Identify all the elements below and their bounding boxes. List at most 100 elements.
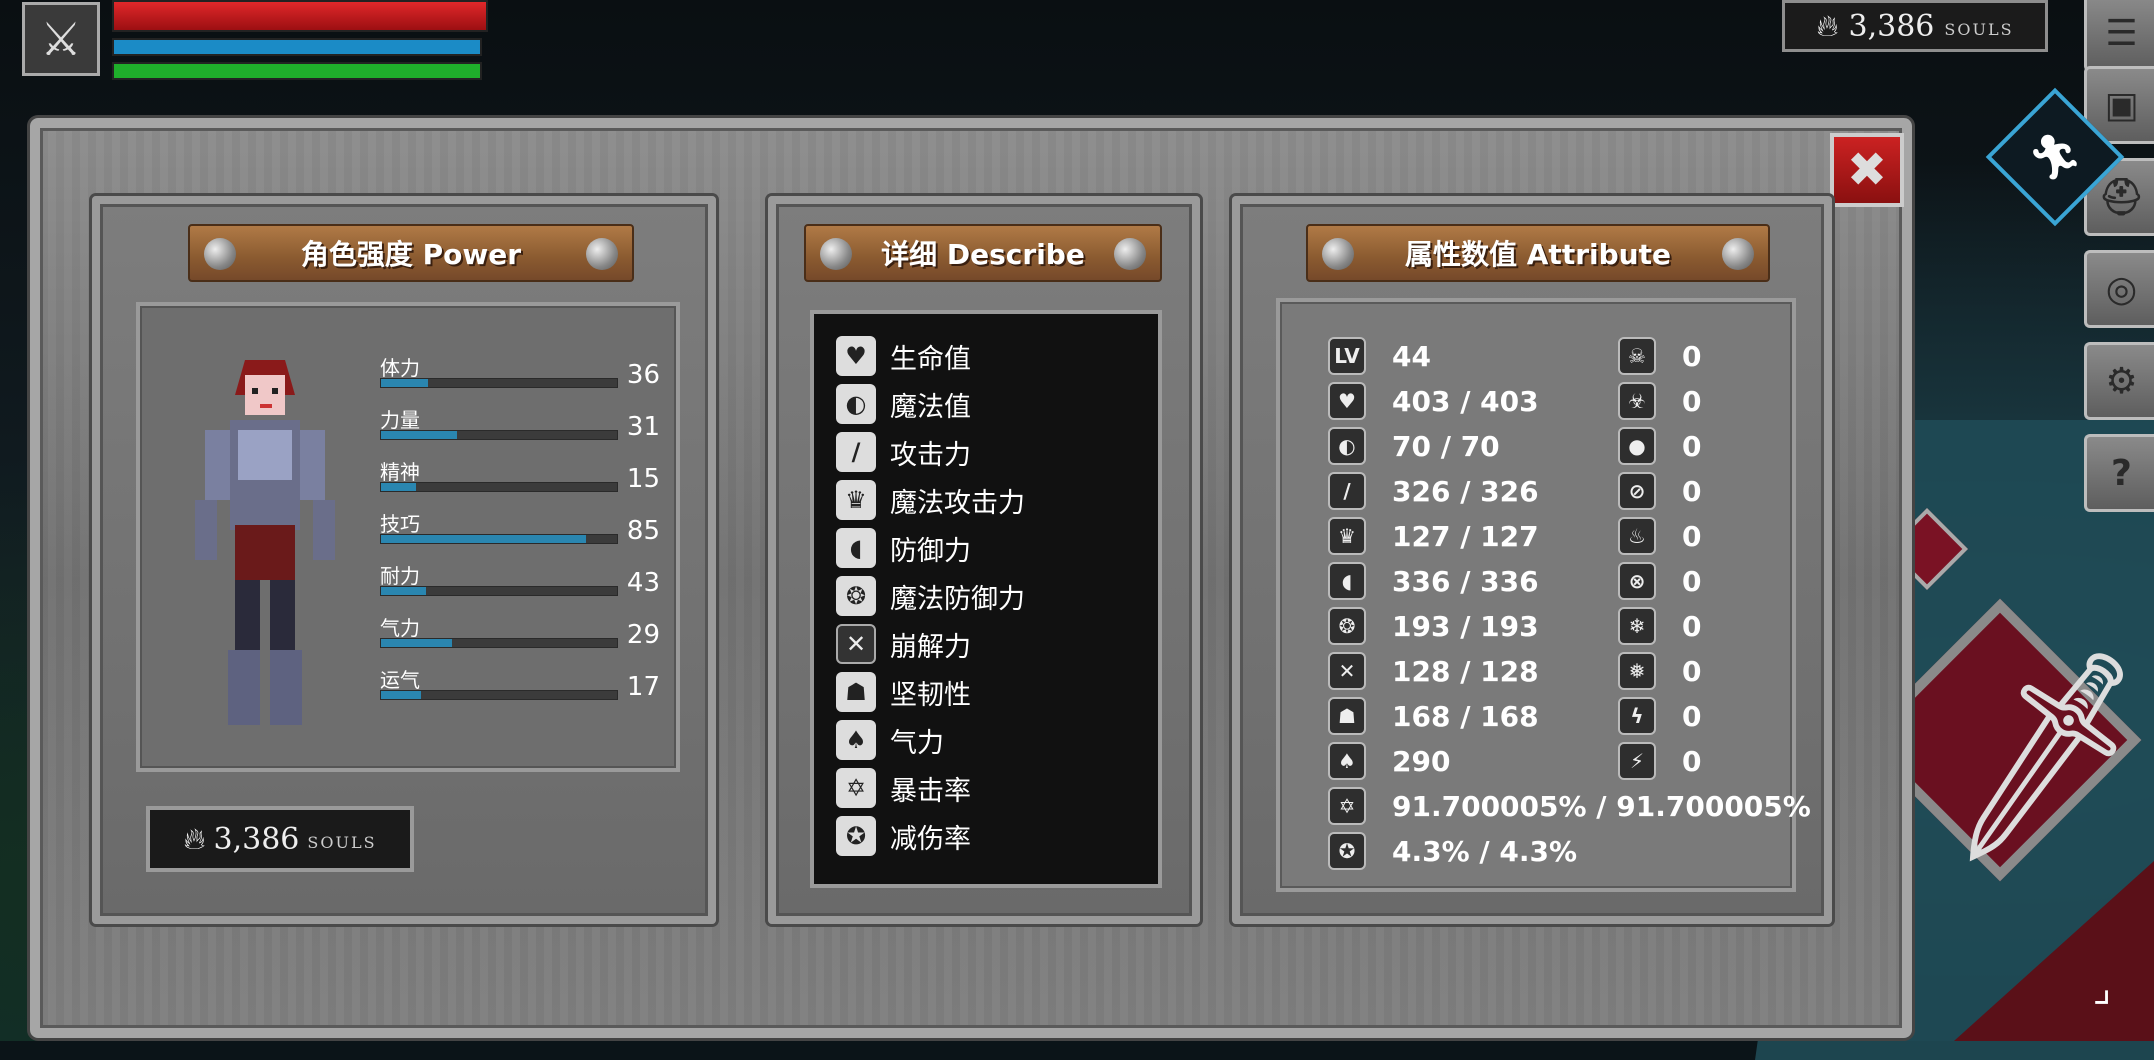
stat-bar — [380, 586, 618, 596]
poison-skull-icon: ☠ — [1618, 337, 1656, 375]
attr-frost-resist: ❅ 0 — [1618, 651, 1701, 691]
attr-value: 0 — [1682, 699, 1702, 733]
attr-value: 168 / 168 — [1392, 699, 1539, 733]
stat-name: 技巧 — [380, 512, 420, 536]
attr-value: 0 — [1682, 384, 1702, 418]
menu-list-button[interactable]: ☰ — [2084, 0, 2154, 72]
health-bar-fill — [114, 2, 486, 30]
souls-value: 3,386 — [213, 821, 300, 857]
stat-row-constitution: 体力 36 — [380, 352, 660, 396]
stat-bar — [380, 378, 618, 388]
attribute-panel-header: 属性数值 Attribute — [1306, 224, 1770, 282]
health-bar — [112, 0, 488, 32]
damage-reduction-icon: ✪ — [836, 816, 876, 856]
attr-bleed-resist: ⊘ 0 — [1618, 471, 1701, 511]
souls-label: SOULS — [1944, 19, 2014, 39]
attr-value: 0 — [1682, 564, 1702, 598]
stat-bar-fill — [381, 639, 452, 647]
stat-name: 耐力 — [380, 564, 420, 588]
stamina-bar — [112, 62, 482, 80]
stat-bar-fill — [381, 691, 422, 699]
attr-value: 0 — [1682, 474, 1702, 508]
attr-value: 127 / 127 — [1392, 519, 1539, 553]
stat-bar-fill — [381, 587, 426, 595]
describe-item-break: ✕ 崩解力 — [836, 622, 971, 666]
helmet-icon: ☗ — [1328, 697, 1366, 735]
stat-bar — [380, 638, 618, 648]
helmet-icon: ☗ — [836, 672, 876, 712]
describe-label: 魔法值 — [890, 391, 971, 423]
stat-value: 43 — [626, 568, 660, 598]
toxic-skull-icon: ☣ — [1618, 382, 1656, 420]
damage-reduction-icon: ✪ — [1328, 832, 1366, 870]
flame-icon: 🔥︎ — [183, 821, 206, 857]
bleed-drop-icon: ● — [1618, 427, 1656, 465]
stat-bar-fill — [381, 535, 587, 543]
describe-title: 详细 Describe — [881, 238, 1085, 271]
attr-mp: ◐ 70 / 70 — [1328, 426, 1500, 466]
attr-lightning-resist: ⚡︎ 0 — [1618, 741, 1701, 781]
stat-row-spirit: 精神 15 — [380, 456, 660, 500]
star-burst-icon: ✡ — [1328, 787, 1366, 825]
close-button[interactable]: ✖ — [1830, 133, 1904, 207]
stat-value: 15 — [626, 464, 660, 494]
describe-item-attack: / 攻击力 — [836, 430, 971, 474]
gear-icon: ⚙ — [2105, 360, 2138, 402]
rivet-icon — [586, 238, 618, 270]
rivet-icon — [1322, 238, 1354, 270]
describe-label: 坚韧性 — [890, 679, 971, 711]
break-icon: ✕ — [836, 624, 876, 664]
attr-value: 70 / 70 — [1392, 429, 1500, 463]
help-button[interactable]: ? — [2084, 434, 2154, 512]
mana-bar — [112, 38, 482, 56]
list-icon: ☰ — [2105, 12, 2138, 54]
attr-value: 326 / 326 — [1392, 474, 1539, 508]
souls-value: 3,386 — [1848, 8, 1935, 44]
attr-damage-reduction: ✪ 4.3% / 4.3% — [1328, 831, 1577, 871]
attr-magic-attack: ♛ 127 / 127 — [1328, 516, 1539, 556]
magic-shield-icon: ❂ — [836, 576, 876, 616]
stat-row-strength: 力量 31 — [380, 404, 660, 448]
attr-value: 193 / 193 — [1392, 609, 1539, 643]
attr-value: 336 / 336 — [1392, 564, 1539, 598]
stat-value: 17 — [626, 672, 660, 702]
attr-fire-resist: ⊗ 0 — [1618, 561, 1701, 601]
stat-bar — [380, 430, 618, 440]
crossed-swords-icon[interactable]: ⚔ — [22, 2, 100, 76]
describe-label: 崩解力 — [890, 631, 971, 663]
describe-label: 攻击力 — [890, 439, 971, 471]
stat-bar-fill — [381, 379, 429, 387]
stat-bar-fill — [381, 431, 457, 439]
expand-corner-icon[interactable]: ⌟ — [2054, 940, 2150, 1036]
chest-icon: ▣ — [2104, 84, 2139, 126]
souls-counter-panel: 🔥︎ 3,386 SOULS — [146, 806, 414, 872]
describe-item-magic-defense: ❂ 魔法防御力 — [836, 574, 1025, 618]
attr-break: ✕ 128 / 128 — [1328, 651, 1539, 691]
stat-name: 精神 — [380, 460, 420, 484]
skills-button[interactable]: ◎ — [2084, 250, 2154, 328]
flame-icon: 🔥︎ — [1816, 8, 1839, 44]
attr-crit: ✡ 91.700005% / 91.700005% — [1328, 786, 1811, 826]
mana-bar-fill — [114, 40, 480, 54]
describe-item-toughness: ☗ 坚韧性 — [836, 670, 971, 714]
attr-value: 290 — [1392, 744, 1451, 778]
level-icon: LV — [1328, 337, 1366, 375]
sword-icon: / — [836, 432, 876, 472]
sword-icon: 🗡︎ — [1913, 632, 2154, 879]
describe-item-mp: ◐ 魔法值 — [836, 382, 971, 426]
attr-value: 44 — [1392, 339, 1431, 373]
describe-label: 防御力 — [890, 535, 971, 567]
attr-value: 0 — [1682, 429, 1702, 463]
describe-item-magic-attack: ♛ 魔法攻击力 — [836, 478, 1025, 522]
attr-value: 0 — [1682, 744, 1702, 778]
stat-row-luck: 运气 17 — [380, 664, 660, 708]
frost-icon: ❄ — [1618, 607, 1656, 645]
rivet-icon — [1114, 238, 1146, 270]
settings-button[interactable]: ⚙ — [2084, 342, 2154, 420]
stat-value: 85 — [626, 516, 660, 546]
star-burst-icon: ✡ — [836, 768, 876, 808]
power-title: 角色强度 Power — [300, 238, 522, 271]
shield-icon: ◖ — [1328, 562, 1366, 600]
helmet-icon: ⛑ — [2098, 177, 2145, 218]
character-avatar — [195, 360, 335, 725]
